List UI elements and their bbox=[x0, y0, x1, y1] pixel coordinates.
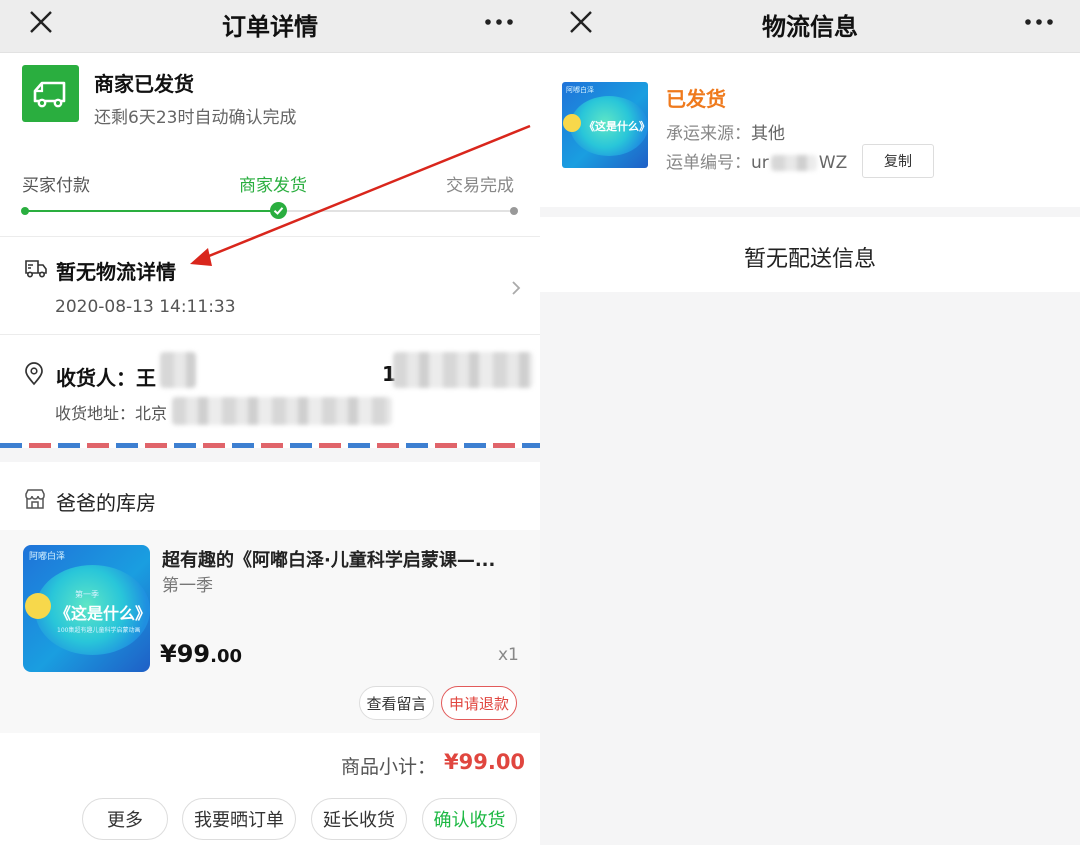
price-decimal: .00 bbox=[210, 646, 242, 667]
goods-title: 超有趣的《阿嘟白泽·儿童科学启蒙课—... bbox=[162, 550, 496, 571]
logistics-info-screen: 物流信息 阿嘟白泽 《这是什么》 已发货 承运来源：其他 运单编号：ur WZ 复… bbox=[540, 0, 1080, 845]
logistics-row[interactable] bbox=[0, 237, 540, 334]
truck-status-icon bbox=[22, 65, 79, 122]
chevron-right-icon bbox=[512, 281, 521, 295]
shipment-status: 已发货 bbox=[666, 87, 726, 111]
step-merchant-shipped: 商家发货 bbox=[239, 176, 307, 196]
extend-receipt-button[interactable]: 延长收货 bbox=[311, 798, 407, 840]
top-bar: 物流信息 bbox=[540, 0, 1080, 53]
confirm-receipt-button[interactable]: 确认收货 bbox=[422, 798, 517, 840]
step-buyer-paid: 买家付款 bbox=[22, 176, 90, 196]
redacted-address bbox=[172, 397, 392, 425]
step-trade-complete: 交易完成 bbox=[446, 176, 514, 196]
refund-button[interactable]: 申请退款 bbox=[441, 686, 517, 720]
goods-subtitle: 第一季 bbox=[162, 576, 213, 596]
more-button[interactable]: 更多 bbox=[82, 798, 168, 840]
shop-icon bbox=[25, 489, 45, 509]
carrier-label: 承运来源： bbox=[666, 124, 751, 144]
empty-delivery-text: 暂无配送信息 bbox=[743, 247, 876, 272]
progress-done-line bbox=[25, 210, 278, 212]
progress-dot bbox=[21, 207, 29, 215]
share-order-button[interactable]: 我要晒订单 bbox=[182, 798, 296, 840]
more-icon[interactable] bbox=[1024, 8, 1054, 36]
more-icon[interactable] bbox=[484, 8, 514, 36]
price-integer: ¥99 bbox=[160, 640, 211, 668]
progress-pending-line bbox=[278, 210, 514, 212]
logistics-title: 暂无物流详情 bbox=[56, 260, 176, 284]
redacted-name bbox=[160, 352, 196, 388]
shop-name[interactable]: 爸爸的库房 bbox=[56, 487, 156, 516]
page-title: 物流信息 bbox=[762, 13, 858, 41]
order-detail-screen: 订单详情 商家已发货 还剩6天23时自动确认完成 买家付款 商家发货 交易完成 … bbox=[0, 0, 540, 845]
section-gap bbox=[0, 448, 540, 462]
carrier-row: 承运来源：其他 bbox=[666, 119, 785, 144]
delivery-truck-icon bbox=[25, 260, 47, 278]
view-message-button[interactable]: 查看留言 bbox=[359, 686, 434, 720]
carrier-value: 其他 bbox=[751, 124, 785, 144]
status-subtitle: 还剩6天23时自动确认完成 bbox=[94, 108, 297, 128]
product-thumbnail: 阿嘟白泽 《这是什么》 bbox=[562, 82, 648, 168]
subtotal-value: ¥99.00 bbox=[444, 750, 526, 774]
tracking-row: 运单编号：ur WZ bbox=[666, 148, 847, 173]
top-bar: 订单详情 bbox=[0, 0, 540, 53]
status-title: 商家已发货 bbox=[94, 72, 194, 96]
copy-button[interactable]: 复制 bbox=[862, 144, 934, 178]
goods-price: ¥99.00 bbox=[160, 640, 242, 668]
goods-quantity: x1 bbox=[498, 645, 519, 665]
subtotal-label: 商品小计： bbox=[341, 756, 437, 778]
receiver-address: 收货地址：北京 bbox=[55, 404, 168, 423]
logistics-time: 2020-08-13 14:11:33 bbox=[55, 297, 236, 317]
tracking-prefix: ur bbox=[751, 153, 769, 173]
redacted-tracking bbox=[770, 155, 817, 171]
divider bbox=[0, 334, 540, 335]
redacted-phone bbox=[393, 352, 533, 388]
location-pin-icon bbox=[25, 362, 43, 386]
tracking-suffix: WZ bbox=[818, 153, 848, 173]
receiver-name: 收货人：王 bbox=[56, 366, 156, 390]
page-title: 订单详情 bbox=[222, 13, 318, 41]
check-icon bbox=[270, 202, 287, 219]
product-thumbnail[interactable]: 阿嘟白泽 第一季 《这是什么》 100集超有趣儿童科学启蒙动画 bbox=[23, 545, 150, 672]
tracking-label: 运单编号： bbox=[666, 153, 751, 173]
progress-dot bbox=[510, 207, 518, 215]
